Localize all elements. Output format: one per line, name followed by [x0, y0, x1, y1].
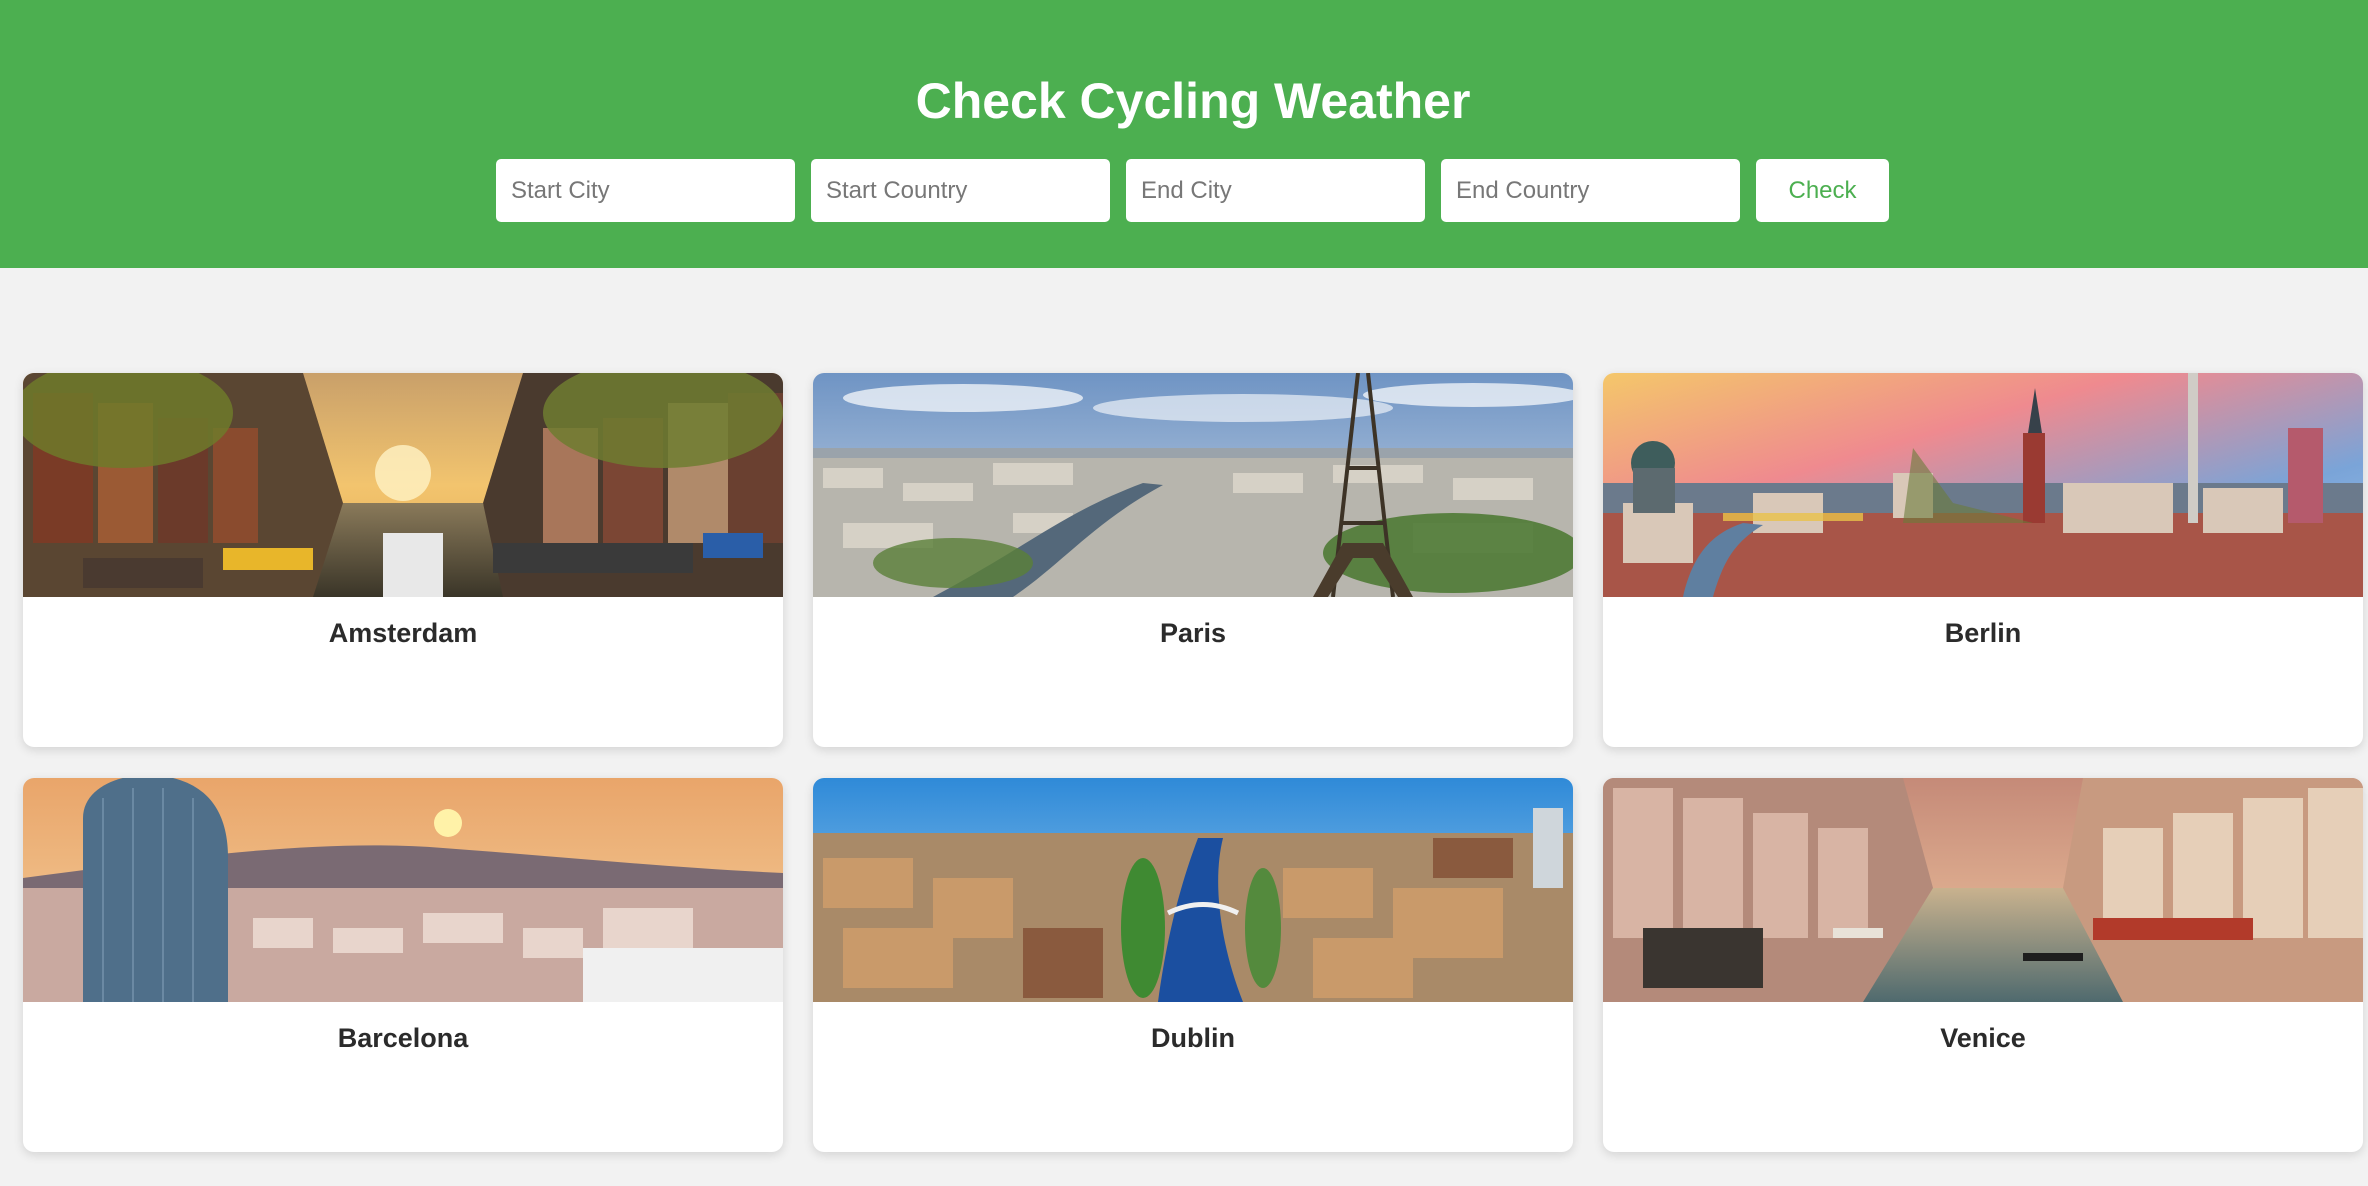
- page-title: Check Cycling Weather: [915, 73, 1471, 129]
- city-name: Venice: [1940, 1023, 2026, 1053]
- city-image-berlin: [1603, 373, 2363, 597]
- city-name: Berlin: [1944, 618, 2022, 648]
- city-name: Barcelona: [337, 1023, 469, 1053]
- city-card-dublin[interactable]: Dublin: [813, 778, 1573, 1152]
- end-city-input[interactable]: [1126, 159, 1425, 222]
- search-header: Check Cycling Weather Check: [0, 0, 2368, 268]
- city-image-venice: [1603, 778, 2363, 1002]
- end-country-input[interactable]: [1441, 159, 1740, 222]
- city-image-amsterdam: [23, 373, 783, 597]
- city-name: Amsterdam: [328, 618, 478, 648]
- check-button[interactable]: Check: [1756, 159, 1889, 222]
- city-image-paris: [813, 373, 1573, 597]
- city-card-paris[interactable]: Paris: [813, 373, 1573, 747]
- city-image-barcelona: [23, 778, 783, 1002]
- city-name: Paris: [1159, 618, 1227, 648]
- city-image-dublin: [813, 778, 1573, 1002]
- city-card-venice[interactable]: Venice: [1603, 778, 2363, 1152]
- start-country-input[interactable]: [811, 159, 1110, 222]
- start-city-input[interactable]: [496, 159, 795, 222]
- city-card-amsterdam[interactable]: Amsterdam: [23, 373, 783, 747]
- city-card-barcelona[interactable]: Barcelona: [23, 778, 783, 1152]
- city-name: Dublin: [1151, 1023, 1235, 1053]
- city-card-berlin[interactable]: Berlin: [1603, 373, 2363, 747]
